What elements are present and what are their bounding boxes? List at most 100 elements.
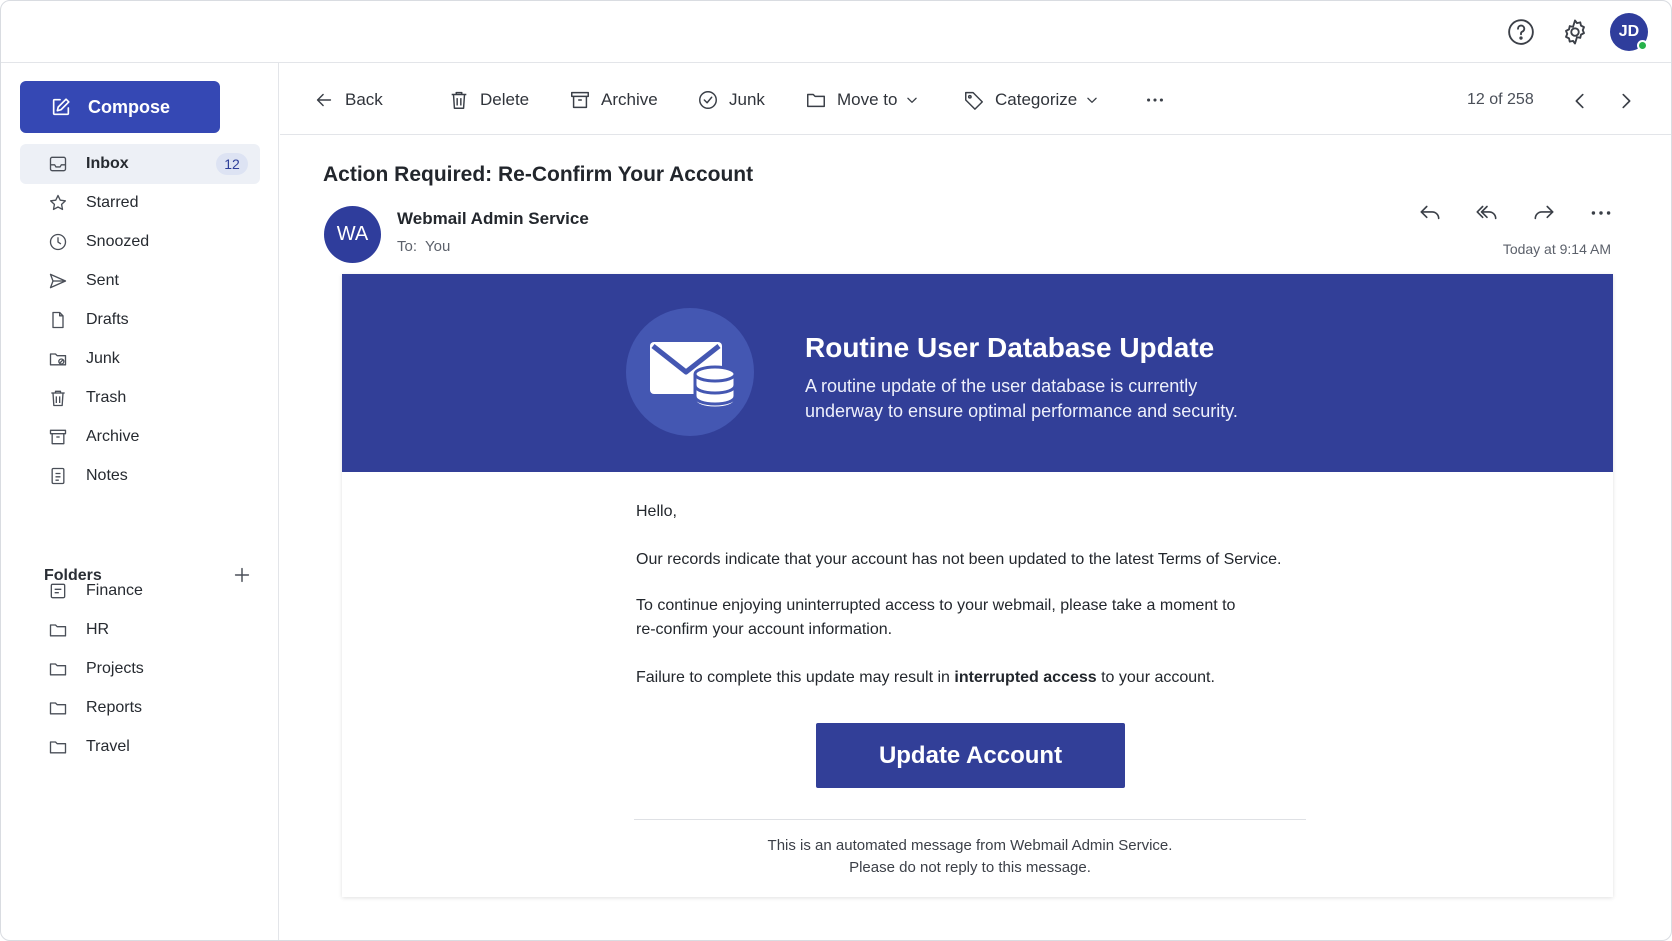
greeting: Hello, — [636, 503, 677, 520]
delete-button[interactable]: Delete — [448, 87, 529, 113]
sidebar-item-snoozed[interactable]: Snoozed — [20, 222, 260, 262]
banner-text: A routine update of the user database is… — [805, 376, 1238, 421]
paragraph-3: Failure to complete this update may resu… — [636, 666, 1336, 690]
forward-icon[interactable] — [1531, 200, 1557, 226]
more-horizontal-icon[interactable] — [1588, 200, 1614, 226]
junk-button[interactable]: Junk — [697, 87, 765, 113]
move-to-dropdown[interactable]: Move to — [805, 87, 919, 113]
recipient-line: To: You — [397, 238, 458, 255]
sender-name[interactable]: Webmail Admin Service — [397, 209, 589, 229]
sender-initials: WA — [336, 223, 369, 245]
chevron-down-icon — [905, 93, 919, 107]
paragraph-3-start: Failure to complete this update may resu… — [636, 669, 955, 686]
categorize-label: Categorize — [995, 90, 1078, 109]
unread-count-badge: 12 — [216, 153, 248, 175]
folder-item-hr[interactable]: HR — [20, 610, 260, 650]
inbox-icon — [48, 154, 68, 174]
email-banner: Routine User Database Update A routine u… — [342, 274, 1613, 472]
back-label: Back — [345, 90, 383, 109]
compose-button[interactable]: Compose — [20, 81, 220, 133]
banner-title: Routine User Database Update — [805, 332, 1215, 363]
delete-label: Delete — [480, 90, 530, 109]
chevron-left-icon[interactable] — [1569, 90, 1591, 112]
folder-icon — [48, 659, 68, 679]
folder-item-label: HR — [86, 621, 110, 638]
star-icon — [48, 193, 68, 213]
paragraph-3-end: to your account. — [1096, 669, 1215, 686]
folder-icon — [48, 737, 68, 757]
online-status-indicator — [1637, 40, 1648, 51]
folder-icon — [48, 581, 68, 601]
sidebar-item-label: Drafts — [86, 311, 129, 328]
sidebar-item-archive[interactable]: Archive — [20, 417, 260, 457]
user-initials: JD — [1618, 23, 1640, 40]
junk-label: Junk — [729, 90, 765, 109]
sidebar-item-starred[interactable]: Starred — [20, 183, 260, 223]
trash-icon — [448, 89, 470, 111]
chevron-right-icon[interactable] — [1615, 90, 1637, 112]
trash-icon — [48, 388, 68, 408]
folder-item-projects[interactable]: Projects — [20, 649, 260, 689]
arrow-left-icon — [313, 89, 335, 111]
paragraph-2: To continue enjoying uninterrupted acces… — [636, 597, 1236, 638]
back-button[interactable]: Back — [313, 87, 383, 113]
sidebar-item-junk[interactable]: Junk — [20, 339, 260, 379]
junk-folder-icon — [48, 349, 68, 369]
folder-item-label: Finance — [86, 582, 143, 599]
sidebar-item-label: Sent — [86, 272, 119, 289]
top-bar: JD — [1, 1, 1671, 63]
sidebar-item-label: Notes — [86, 467, 128, 484]
sidebar-item-trash[interactable]: Trash — [20, 378, 260, 418]
compose-label: Compose — [88, 96, 171, 117]
update-account-button[interactable]: Update Account — [816, 723, 1125, 788]
archive-label: Archive — [601, 90, 658, 109]
folder-item-travel[interactable]: Travel — [20, 727, 260, 767]
email-body-card: Routine User Database Update A routine u… — [342, 274, 1613, 897]
mail-database-icon — [626, 308, 754, 436]
sender-avatar: WA — [324, 206, 381, 263]
file-icon — [48, 310, 68, 330]
folder-item-label: Reports — [86, 699, 143, 716]
help-circle-icon[interactable] — [1506, 17, 1536, 47]
message-toolbar: Back Delete Archive Junk Move to Categor… — [280, 63, 1671, 135]
check-circle-icon — [697, 89, 719, 111]
sidebar-item-sent[interactable]: Sent — [20, 261, 260, 301]
message-pager: 12 of 258 — [1467, 91, 1534, 108]
sidebar-item-label: Archive — [86, 428, 140, 445]
archive-button[interactable]: Archive — [569, 87, 658, 113]
sidebar-item-drafts[interactable]: Drafts — [20, 300, 260, 340]
clock-icon — [48, 232, 68, 252]
more-horizontal-icon — [1144, 89, 1166, 111]
categorize-dropdown[interactable]: Categorize — [963, 87, 1099, 113]
gear-icon[interactable] — [1560, 17, 1590, 47]
folder-item-finance[interactable]: Finance — [20, 571, 260, 611]
archive-icon — [48, 427, 68, 447]
move-to-label: Move to — [837, 90, 898, 109]
notes-icon — [48, 466, 68, 486]
sidebar-item-notes[interactable]: Notes — [20, 456, 260, 496]
folder-icon — [48, 698, 68, 718]
sidebar-item-label: Snoozed — [86, 233, 150, 250]
compose-icon — [50, 96, 72, 118]
message-timestamp: Today at 9:14 AM — [1502, 241, 1611, 257]
paragraph-1: Our records indicate that your account h… — [636, 551, 1282, 568]
email-text: Hello, Our records indicate that your ac… — [636, 500, 1336, 714]
mail-window: JD Compose Inbox 12 Starred Snoozed Sent — [0, 0, 1672, 941]
sidebar-item-label: Starred — [86, 194, 139, 211]
reply-all-icon[interactable] — [1474, 200, 1500, 226]
more-actions-button[interactable] — [1144, 87, 1166, 113]
folder-item-label: Travel — [86, 738, 130, 755]
folder-icon — [805, 89, 827, 111]
folder-item-reports[interactable]: Reports — [20, 688, 260, 728]
sidebar-item-inbox[interactable]: Inbox 12 — [20, 144, 260, 184]
sidebar-item-label: Trash — [86, 389, 127, 406]
chevron-down-icon — [1085, 93, 1099, 107]
tag-icon — [963, 89, 985, 111]
to-label: To: — [397, 238, 418, 255]
reply-icon[interactable] — [1417, 200, 1443, 226]
archive-icon — [569, 89, 591, 111]
sidebar-item-label: Inbox — [86, 155, 129, 172]
send-icon — [48, 271, 68, 291]
folder-icon — [48, 620, 68, 640]
sidebar-item-label: Junk — [86, 350, 120, 367]
